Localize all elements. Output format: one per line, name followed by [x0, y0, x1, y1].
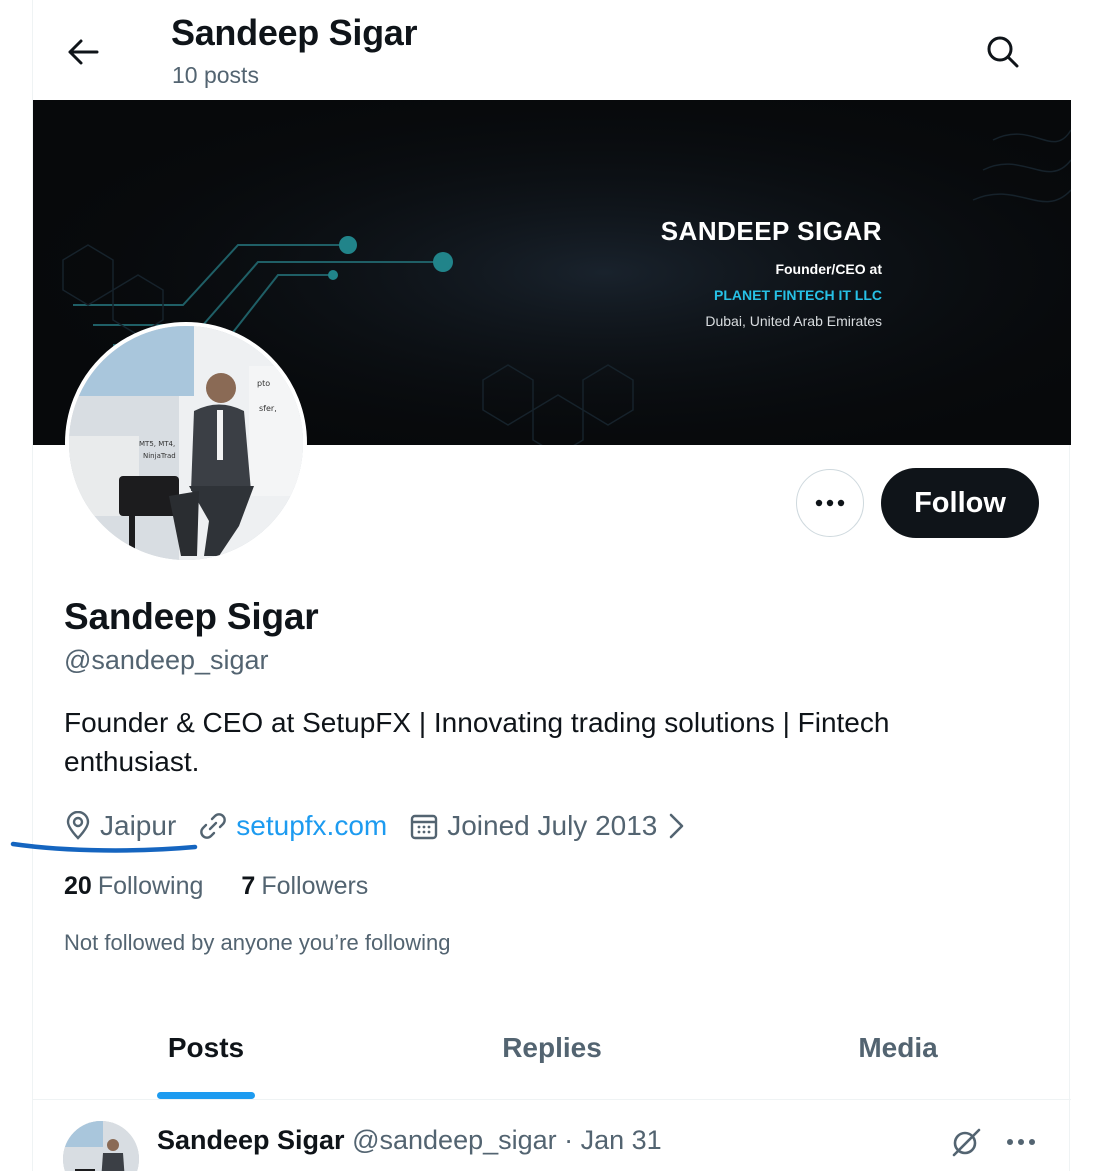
search-button[interactable]	[979, 28, 1027, 76]
chevron-right-icon	[670, 813, 684, 839]
post-avatar-photo	[63, 1121, 139, 1171]
mutual-followers-note: Not followed by anyone you’re following	[64, 930, 451, 955]
tab-label: Replies	[502, 1032, 602, 1063]
followers-count-link[interactable]: 7 Followers	[241, 872, 368, 901]
profile-bio: Founder & CEO at SetupFX | Innovating tr…	[64, 707, 890, 777]
joined-item[interactable]: Joined July 2013	[409, 810, 687, 842]
tab-replies[interactable]: Replies	[379, 1012, 725, 1099]
follow-button[interactable]: Follow	[881, 468, 1039, 538]
avatar-photo: pto sfer, MT5, MT4, NinjaTrad	[69, 326, 303, 560]
tab-posts[interactable]: Posts	[33, 1012, 379, 1099]
profile-handle: @sandeep_sigar	[64, 645, 269, 675]
svg-text:NinjaTrad: NinjaTrad	[143, 452, 176, 460]
hand-drawn-underline	[10, 841, 198, 853]
follow-counts: 20 Following 7 Followers	[64, 872, 406, 901]
svg-text:sfer,: sfer,	[259, 404, 277, 413]
post-author-name[interactable]: Sandeep Sigar	[157, 1125, 345, 1155]
more-horizontal-icon	[1007, 1139, 1035, 1145]
search-icon	[987, 36, 1019, 68]
post-avatar[interactable]	[63, 1121, 139, 1171]
followers-count: 7	[241, 872, 256, 900]
top-navigation-bar: Sandeep Sigar 10 posts	[33, 0, 1071, 100]
location-pin-icon	[66, 811, 90, 840]
profile-column: Sandeep Sigar 10 posts SANDEEP SIGAR Fou…	[10, 0, 1071, 1171]
following-label: Following	[97, 872, 204, 900]
post-item[interactable]: Sandeep Sigar @sandeep_sigar · Jan 31	[33, 1101, 1071, 1171]
arrow-left-icon	[68, 39, 99, 65]
tab-label: Posts	[167, 1032, 245, 1063]
calendar-icon	[411, 814, 438, 840]
page-title: Sandeep Sigar	[171, 12, 418, 53]
back-button[interactable]	[61, 30, 105, 74]
grok-icon	[952, 1128, 981, 1157]
banner-role: Founder/CEO at	[775, 261, 882, 277]
post-header: Sandeep Sigar @sandeep_sigar · Jan 31	[157, 1125, 662, 1156]
profile-tabs: Posts Replies Media	[33, 1012, 1071, 1100]
joined-text: Joined July 2013	[447, 810, 658, 841]
following-count: 20	[64, 872, 92, 900]
banner-name: SANDEEP SIGAR	[660, 216, 882, 246]
post-count: 10 posts	[172, 62, 259, 88]
tab-media[interactable]: Media	[725, 1012, 1071, 1099]
banner-location: Dubai, United Arab Emirates	[705, 313, 882, 329]
profile-display-name: Sandeep Sigar	[64, 596, 319, 637]
more-options-button[interactable]	[796, 469, 864, 537]
link-icon	[200, 813, 227, 839]
grok-button[interactable]	[949, 1125, 983, 1159]
more-horizontal-icon	[815, 499, 845, 507]
banner-company: PLANET FINTECH IT LLC	[714, 287, 882, 303]
following-count-link[interactable]: 20 Following	[64, 872, 203, 901]
active-tab-indicator	[157, 1092, 255, 1099]
tab-label: Media	[858, 1032, 938, 1063]
profile-avatar[interactable]: pto sfer, MT5, MT4, NinjaTrad	[65, 322, 307, 564]
website-link[interactable]: setupfx.com	[236, 810, 387, 842]
post-more-button[interactable]	[1001, 1125, 1041, 1159]
svg-text:MT5, MT4,: MT5, MT4,	[139, 440, 175, 448]
followers-label: Followers	[261, 872, 369, 900]
svg-text:pto: pto	[257, 379, 270, 388]
website-item[interactable]: setupfx.com	[198, 810, 387, 842]
post-author-meta: @sandeep_sigar · Jan 31	[352, 1125, 662, 1155]
